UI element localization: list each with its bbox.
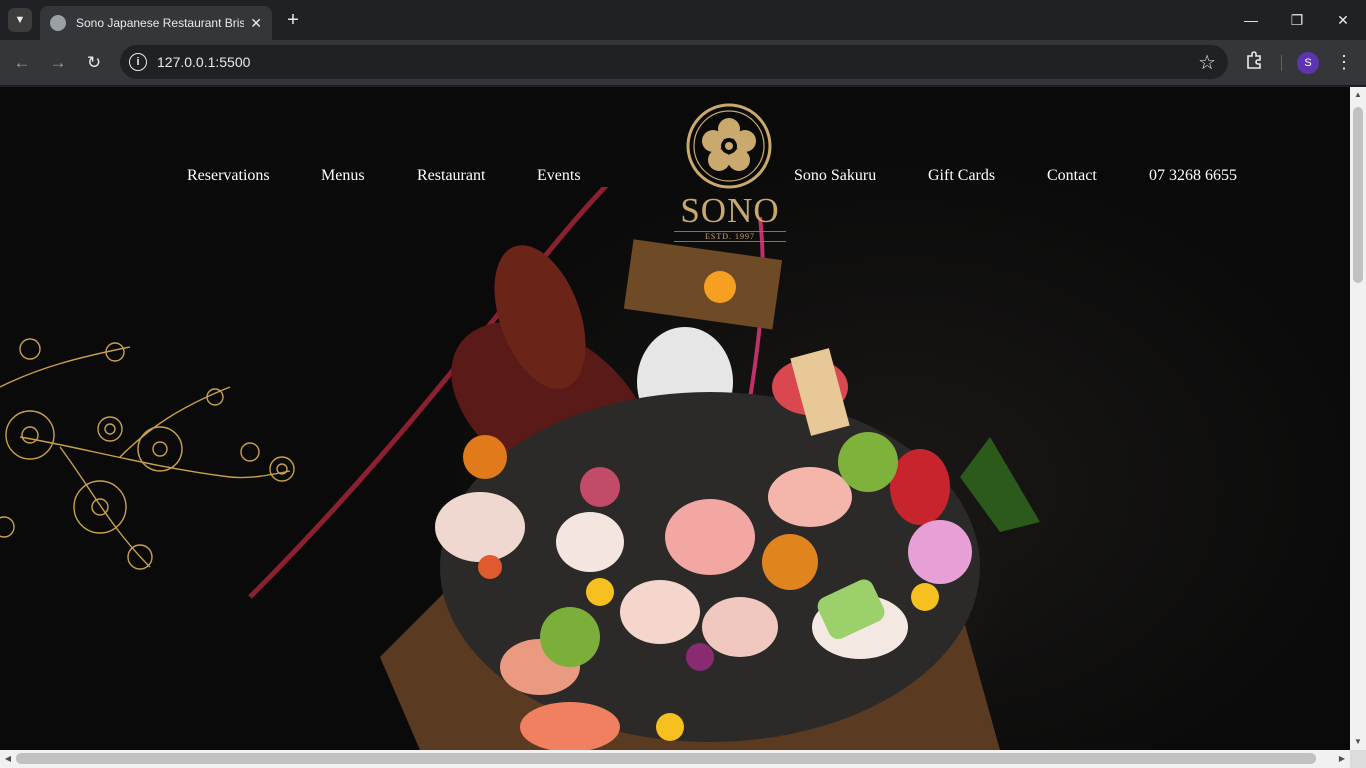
restore-button[interactable]: ❐ — [1274, 0, 1320, 40]
sashimi-platter-image — [248, 187, 1040, 750]
chevron-down-icon: ▼ — [14, 14, 26, 26]
tab-strip: ▼ Sono Japanese Restaurant Brisbane ✕ + … — [0, 0, 1366, 40]
browser-toolbar: ← → ↻ i 127.0.0.1:5500 ☆ — [0, 40, 1366, 86]
nav-link-reservations[interactable]: Reservations — [187, 167, 270, 185]
address-bar[interactable]: i 127.0.0.1:5500 ☆ — [120, 45, 1228, 79]
star-icon[interactable]: ☆ — [1198, 50, 1216, 75]
arrow-right-icon: → — [49, 53, 67, 72]
nav-link-menus[interactable]: Menus — [321, 167, 365, 185]
sono-emblem-logo[interactable] — [686, 103, 772, 189]
horizontal-scroll-thumb[interactable] — [16, 753, 1316, 764]
logo-wordmark[interactable]: SONO — [660, 191, 800, 231]
globe-icon — [50, 15, 66, 31]
vertical-scrollbar[interactable]: ▲ ▼ — [1350, 87, 1366, 750]
url-text[interactable]: 127.0.0.1:5500 — [157, 54, 250, 70]
profile-avatar[interactable]: S — [1297, 52, 1319, 74]
nav-link-restaurant[interactable]: Restaurant — [417, 167, 485, 185]
phone-number-link[interactable]: 07 3268 6655 — [1149, 167, 1237, 185]
close-tab-icon[interactable]: ✕ — [250, 15, 262, 32]
back-button[interactable]: ← — [8, 49, 36, 77]
active-tab[interactable]: Sono Japanese Restaurant Brisbane ✕ — [40, 6, 272, 40]
minimize-button[interactable]: — — [1228, 0, 1274, 40]
scroll-left-icon[interactable]: ◀ — [0, 750, 16, 768]
forward-button[interactable]: → — [44, 49, 72, 77]
toolbar-divider — [1281, 55, 1282, 71]
vertical-scroll-thumb[interactable] — [1353, 107, 1363, 283]
reload-button[interactable]: ↻ — [80, 49, 108, 77]
nav-link-gift-cards[interactable]: Gift Cards — [928, 167, 995, 185]
nav-link-events[interactable]: Events — [537, 167, 581, 185]
scroll-up-icon[interactable]: ▲ — [1350, 87, 1366, 103]
page-viewport: Reservations Menus Restaurant Events Son… — [0, 87, 1350, 750]
nav-link-sono-sakuru[interactable]: Sono Sakuru — [794, 167, 876, 185]
puzzle-icon[interactable] — [1243, 50, 1265, 72]
info-icon[interactable]: i — [129, 53, 147, 71]
close-window-button[interactable]: ✕ — [1320, 0, 1366, 40]
scroll-down-icon[interactable]: ▼ — [1350, 734, 1366, 750]
scrollbar-corner — [1350, 750, 1366, 768]
new-tab-button[interactable]: + — [282, 8, 304, 32]
kebab-icon[interactable]: ⋮ — [1334, 50, 1354, 74]
horizontal-scrollbar[interactable]: ◀ ▶ — [0, 750, 1350, 768]
nav-link-contact[interactable]: Contact — [1047, 167, 1097, 185]
logo-established: ESTD. 1997 — [674, 231, 786, 242]
reload-icon: ↻ — [86, 53, 102, 72]
tab-search-button[interactable]: ▼ — [8, 8, 32, 32]
scroll-right-icon[interactable]: ▶ — [1334, 750, 1350, 768]
tab-title: Sono Japanese Restaurant Brisbane — [76, 16, 244, 30]
arrow-left-icon: ← — [13, 53, 31, 72]
